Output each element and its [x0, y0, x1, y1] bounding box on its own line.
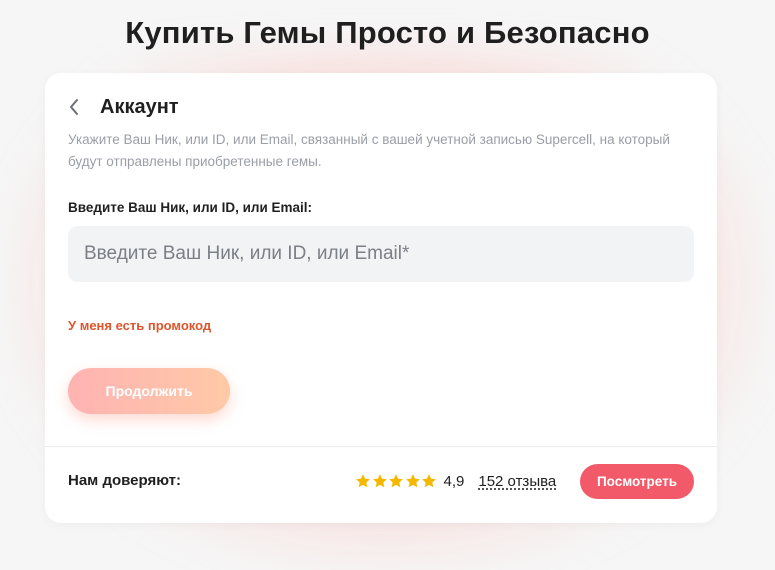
page-title: Купить Гемы Просто и Безопасно: [125, 15, 650, 50]
rating-stars: [355, 473, 438, 489]
star-icon: [356, 474, 370, 488]
chevron-left-icon: [70, 99, 78, 115]
reviews-link[interactable]: 152 отзыва: [478, 473, 556, 490]
star-icon: [372, 474, 387, 488]
trust-label: Нам доверяют:: [68, 472, 181, 489]
promo-code-link[interactable]: У меня есть промокод: [68, 318, 211, 333]
account-card: Аккаунт Укажите Ваш Ник, или ID, или Ema…: [45, 73, 717, 523]
rating-value: 4,9: [443, 472, 465, 490]
back-button[interactable]: [68, 95, 84, 119]
rating-row: 4,9 152 отзыва: [355, 471, 556, 491]
account-input[interactable]: [68, 226, 694, 282]
card-title: Аккаунт: [100, 95, 179, 118]
star-icon: [405, 474, 420, 488]
continue-button[interactable]: Продолжить: [68, 368, 230, 414]
view-reviews-button[interactable]: Посмотреть: [580, 464, 694, 499]
card-description: Укажите Ваш Ник, или ID, или Email, связ…: [68, 132, 670, 169]
account-field-label: Введите Ваш Ник, или ID, или Email:: [68, 200, 313, 215]
divider: [45, 446, 717, 447]
card-header: Аккаунт: [68, 95, 179, 119]
star-icon: [389, 474, 403, 488]
star-icon: [422, 474, 436, 488]
